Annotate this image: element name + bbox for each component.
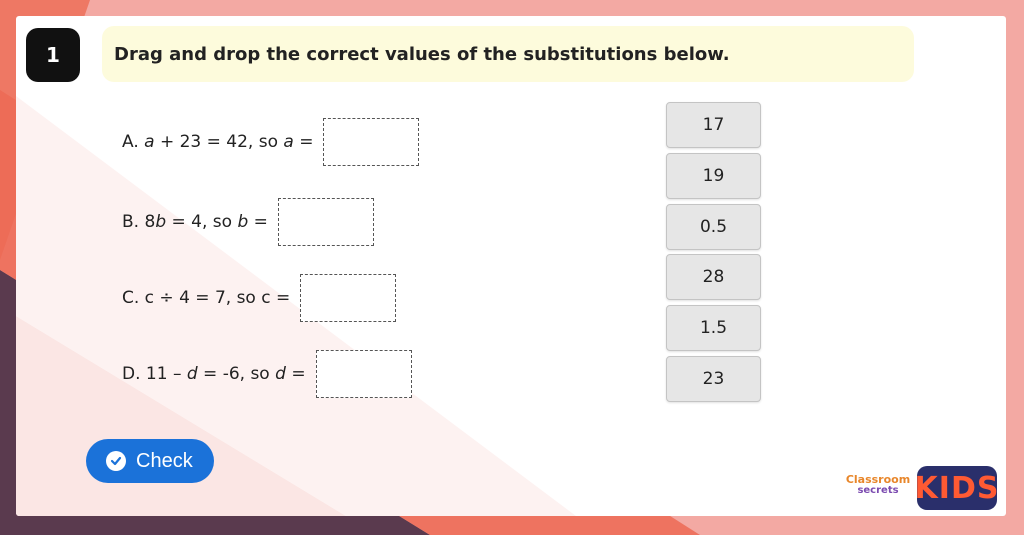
question-b: B. 8b = 4, so b = [122,198,374,246]
question-number-badge: 1 [26,28,80,82]
check-button[interactable]: Check [86,439,214,483]
variable-text: b [237,212,249,232]
drop-zone[interactable] [315,350,412,398]
drop-zone[interactable] [277,198,374,246]
answer-tile[interactable]: 1.5 [666,305,761,351]
question-label: C. [122,288,140,308]
question-text: = [293,132,314,152]
variable-text: b [155,212,167,232]
question-text: = 4, so [166,212,238,232]
variable-text: a [144,132,155,152]
classroom-secrets-logo: Classroom secrets [845,473,911,496]
answer-tile[interactable]: 23 [666,356,761,402]
answer-tile[interactable]: 0.5 [666,204,761,250]
question-d: D. 11 – d = -6, so d = [122,350,412,398]
check-button-label: Check [136,449,193,472]
instruction-text: Drag and drop the correct values of the … [102,26,914,82]
question-text: c ÷ 4 = 7, so c = [139,288,291,308]
variable-text: d [275,364,286,384]
question-text: = [285,364,306,384]
question-label: B. [122,212,140,232]
drop-zone[interactable] [300,274,397,322]
drop-zone[interactable] [323,118,420,166]
answer-tile[interactable]: 19 [666,153,761,199]
kids-logo: KIDS [915,466,998,510]
question-label: D. [122,364,141,384]
question-text: = -6, so [197,364,276,384]
answer-tile[interactable]: 17 [666,102,761,148]
variable-text: a [283,132,294,152]
question-text: 11 – [140,364,187,384]
question-text: = [248,212,268,232]
question-text: 8 [139,212,156,232]
question-label: A. [122,132,139,152]
checkmark-icon [106,451,126,471]
question-a: A. a + 23 = 42, so a = [122,118,420,166]
question-c: C. c ÷ 4 = 7, so c = [122,274,397,322]
variable-text: d [186,364,198,384]
question-text: + 23 = 42, so [154,132,284,152]
answer-tile[interactable]: 28 [666,254,761,300]
